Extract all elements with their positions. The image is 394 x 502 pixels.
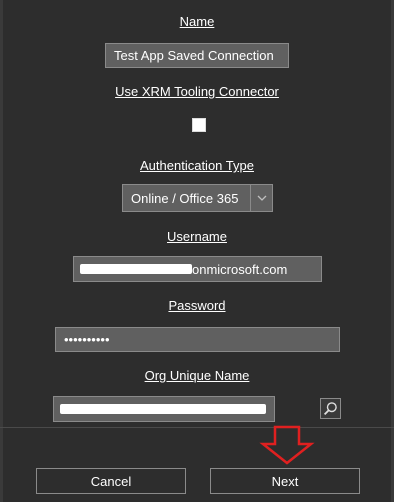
username-redaction — [80, 264, 192, 274]
xrm-tooling-checkbox[interactable] — [192, 118, 206, 132]
next-button[interactable]: Next — [210, 468, 360, 494]
org-unique-name-label: Org Unique Name — [144, 368, 250, 383]
name-label: Name — [179, 14, 215, 29]
password-mask: •••••••••• — [64, 332, 110, 347]
xrm-tooling-label: Use XRM Tooling Connector — [115, 84, 279, 99]
chevron-down-icon[interactable] — [250, 185, 272, 211]
username-label: Username — [167, 229, 227, 244]
cancel-button[interactable]: Cancel — [36, 468, 186, 494]
name-input-value: Test App Saved Connection — [114, 48, 274, 63]
magnifier-icon — [323, 402, 337, 416]
password-label: Password — [168, 298, 226, 313]
org-unique-name-redaction — [60, 404, 266, 414]
down-arrow-icon — [259, 425, 315, 465]
auth-type-select[interactable]: Online / Office 365 — [122, 184, 273, 212]
search-org-button[interactable] — [320, 398, 341, 419]
org-unique-name-input[interactable] — [53, 396, 275, 422]
username-domain: onmicrosoft.com — [192, 261, 288, 277]
name-input[interactable]: Test App Saved Connection — [105, 43, 289, 68]
auth-type-label: Authentication Type — [140, 158, 254, 173]
username-input[interactable]: onmicrosoft.com — [73, 256, 322, 282]
password-input[interactable]: •••••••••• — [55, 327, 340, 352]
footer-divider — [0, 427, 394, 428]
auth-type-value: Online / Office 365 — [131, 190, 239, 206]
